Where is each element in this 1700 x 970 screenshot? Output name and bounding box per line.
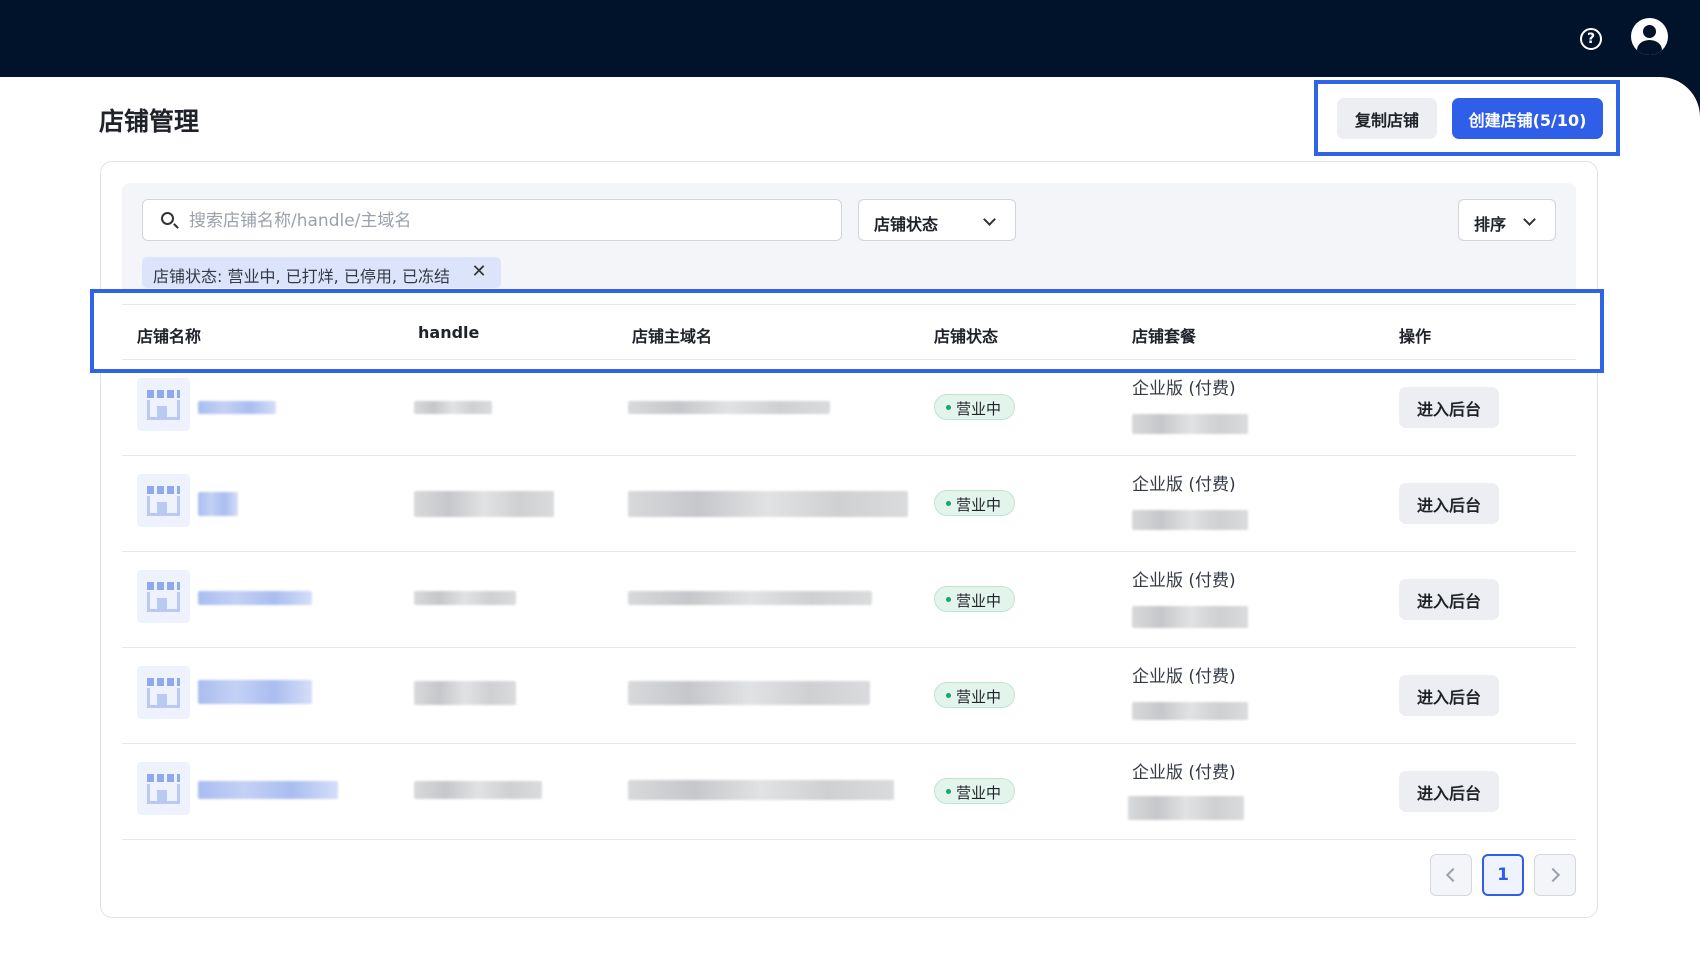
top-bar: ?	[0, 0, 1700, 77]
chevron-down-icon	[983, 213, 996, 226]
search-box[interactable]	[142, 199, 842, 241]
store-name-redacted[interactable]	[198, 680, 312, 704]
column-domain[interactable]: 店铺主域名	[632, 323, 712, 347]
store-name-redacted[interactable]	[198, 591, 312, 605]
store-icon	[137, 378, 190, 431]
handle-redacted	[414, 781, 542, 799]
sort-select-label: 排序	[1474, 215, 1507, 234]
close-icon[interactable]: ✕	[470, 263, 488, 281]
active-filter-chip: 店铺状态: 营业中, 已打烊, 已停用, 已冻结 ✕	[142, 257, 501, 288]
pagination-next-button[interactable]	[1534, 854, 1576, 896]
plan-label: 企业版 (付费)	[1132, 667, 1236, 687]
chevron-right-icon	[1545, 867, 1561, 883]
pagination-prev-button[interactable]	[1430, 854, 1472, 896]
table-row[interactable]: 营业中 企业版 (付费) 进入后台	[122, 456, 1576, 552]
domain-redacted	[628, 401, 830, 414]
status-badge: 营业中	[934, 586, 1015, 612]
store-status-select[interactable]: 店铺状态	[858, 199, 1016, 241]
table-row[interactable]: 营业中 企业版 (付费) 进入后台	[122, 744, 1576, 840]
enter-admin-button[interactable]: 进入后台	[1399, 483, 1499, 524]
copy-store-button[interactable]: 复制店铺	[1337, 98, 1437, 139]
table-row[interactable]: 营业中 企业版 (付费) 进入后台	[122, 648, 1576, 744]
handle-redacted	[414, 591, 516, 605]
domain-redacted	[628, 491, 908, 517]
store-name-redacted[interactable]	[198, 401, 276, 414]
domain-redacted	[628, 780, 894, 800]
handle-redacted	[414, 681, 516, 705]
store-status-select-label: 店铺状态	[874, 215, 939, 234]
column-store-name[interactable]: 店铺名称	[137, 323, 201, 347]
store-icon	[137, 762, 190, 815]
column-status[interactable]: 店铺状态	[934, 323, 998, 347]
store-name-redacted[interactable]	[198, 781, 338, 799]
chevron-left-icon	[1445, 867, 1461, 883]
store-icon	[137, 570, 190, 623]
store-icon	[137, 666, 190, 719]
store-name-redacted[interactable]	[198, 492, 238, 516]
status-badge: 营业中	[934, 490, 1015, 516]
status-badge: 营业中	[934, 394, 1015, 420]
column-actions: 操作	[1399, 327, 1432, 346]
table-row[interactable]: 营业中 企业版 (付费) 进入后台	[122, 552, 1576, 648]
pagination-page-button[interactable]: 1	[1482, 854, 1524, 896]
domain-redacted	[628, 591, 872, 605]
enter-admin-button[interactable]: 进入后台	[1399, 771, 1499, 812]
column-plan[interactable]: 店铺套餐	[1132, 323, 1196, 347]
enter-admin-button[interactable]: 进入后台	[1399, 579, 1499, 620]
plan-detail-redacted	[1132, 606, 1248, 628]
plan-label: 企业版 (付费)	[1132, 763, 1236, 783]
enter-admin-button[interactable]: 进入后台	[1399, 387, 1499, 428]
handle-redacted	[414, 401, 492, 414]
plan-detail-redacted	[1132, 414, 1248, 434]
chevron-down-icon	[1523, 213, 1536, 226]
plan-label: 企业版 (付费)	[1132, 475, 1236, 495]
plan-label: 企业版 (付费)	[1132, 379, 1236, 399]
status-badge: 营业中	[934, 778, 1015, 804]
active-filter-text: 店铺状态: 营业中, 已打烊, 已停用, 已冻结	[153, 267, 450, 286]
page-title: 店铺管理	[99, 107, 200, 136]
plan-detail-redacted	[1132, 702, 1248, 720]
column-handle[interactable]: handle	[418, 323, 479, 342]
table-header: 店铺名称 handle 店铺主域名 店铺状态 店铺套餐 操作	[122, 304, 1576, 360]
handle-redacted	[414, 491, 554, 517]
plan-label: 企业版 (付费)	[1132, 571, 1236, 591]
search-icon	[161, 212, 174, 225]
user-avatar-icon[interactable]	[1631, 18, 1668, 55]
table-row[interactable]: 营业中 企业版 (付费) 进入后台	[122, 360, 1576, 456]
store-icon	[137, 474, 190, 527]
question-circle-icon[interactable]: ?	[1580, 28, 1602, 50]
domain-redacted	[628, 681, 870, 705]
topbar-corner	[1660, 77, 1700, 117]
sort-select[interactable]: 排序	[1458, 199, 1556, 241]
enter-admin-button[interactable]: 进入后台	[1399, 675, 1499, 716]
create-store-button[interactable]: 创建店铺(5/10)	[1452, 98, 1603, 139]
plan-detail-redacted	[1132, 510, 1248, 530]
plan-detail-redacted	[1128, 796, 1244, 820]
header-actions-highlight: 复制店铺 创建店铺(5/10)	[1314, 80, 1620, 156]
status-badge: 营业中	[934, 682, 1015, 708]
search-input[interactable]	[187, 208, 831, 234]
